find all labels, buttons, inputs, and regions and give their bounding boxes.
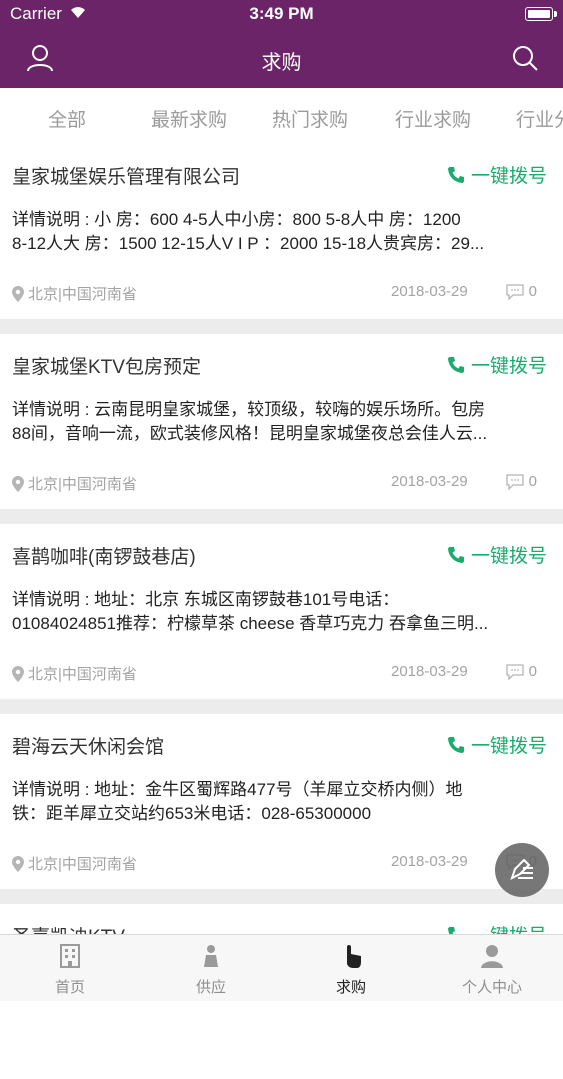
comment-icon bbox=[506, 283, 524, 300]
tab-industry-more[interactable]: 行业分 bbox=[516, 105, 563, 132]
clock-label: 3:49 PM bbox=[249, 4, 314, 23]
tabbar-label: 首页 bbox=[54, 979, 85, 996]
description: 详情说明 : 小 房：600 4-5人中小房：800 5-8人中 房：1200 … bbox=[12, 208, 552, 256]
hand-tap-icon bbox=[347, 945, 361, 968]
tabbar-item-home[interactable]: 首页 bbox=[0, 935, 140, 1001]
post-date: 2018-03-29 bbox=[391, 853, 468, 870]
description-line: 88间，音响一流，欧式装修风格！昆明皇家城堡夜总会佳人云... bbox=[12, 424, 488, 443]
company-name: 皇家城堡娱乐管理有限公司 bbox=[12, 167, 241, 188]
tab-all[interactable]: 全部 bbox=[48, 105, 86, 132]
location-pin-icon bbox=[12, 665, 24, 682]
location-label: 北京|中国河南省 bbox=[28, 666, 137, 683]
profile-icon bbox=[481, 945, 503, 968]
phone-icon bbox=[447, 356, 464, 373]
page-title: 求购 bbox=[261, 52, 302, 74]
description: 详情说明 : 地址：北京 东城区南锣鼓巷101号电话： 01084024851推… bbox=[12, 588, 552, 636]
call-button[interactable]: 一键拨号 bbox=[447, 541, 547, 568]
location: 北京|中国河南省 bbox=[12, 853, 137, 874]
tabbar-label: 供应 bbox=[195, 979, 226, 996]
description-line: 详情说明 : 小 房：600 4-5人中小房：800 5-8人中 房：1200 bbox=[12, 210, 461, 229]
post-date: 2018-03-29 bbox=[391, 283, 468, 300]
location-label: 北京|中国河南省 bbox=[28, 476, 137, 493]
comment-count[interactable]: 0 bbox=[506, 283, 537, 300]
comment-count[interactable]: 0 bbox=[506, 663, 537, 680]
phone-icon bbox=[447, 166, 464, 183]
tab-bar: 首页 供应 求购 个人中心 bbox=[0, 934, 563, 1001]
location: 北京|中国河南省 bbox=[12, 283, 137, 304]
location: 北京|中国河南省 bbox=[12, 663, 137, 684]
description: 详情说明 : 云南昆明皇家城堡，较顶级，较嗨的娱乐场所。包房 88间，音响一流，… bbox=[12, 398, 552, 446]
location-pin-icon bbox=[12, 285, 24, 302]
category-tabs: 全部 最新求购 热门求购 行业求购 行业分 bbox=[0, 88, 563, 144]
tabbar-item-profile[interactable]: 个人中心 bbox=[422, 935, 562, 1001]
description: 详情说明 : 地址：金牛区蜀辉路477号（羊犀立交桥内侧）地 铁：距羊犀立交站约… bbox=[12, 778, 552, 826]
company-name: 喜鹊咖啡(南锣鼓巷店) bbox=[12, 547, 196, 568]
call-button[interactable]: 一键拨号 bbox=[447, 731, 547, 758]
location: 北京|中国河南省 bbox=[12, 473, 137, 494]
call-label: 一键拨号 bbox=[470, 356, 547, 377]
location-label: 北京|中国河南省 bbox=[28, 286, 137, 303]
tabbar-label: 个人中心 bbox=[461, 979, 522, 996]
comment-icon bbox=[506, 663, 524, 680]
list-item[interactable]: 皇家城堡娱乐管理有限公司 一键拨号 详情说明 : 小 房：600 4-5人中小房… bbox=[0, 144, 563, 319]
comment-count[interactable]: 0 bbox=[506, 473, 537, 490]
description-line: 详情说明 : 云南昆明皇家城堡，较顶级，较嗨的娱乐场所。包房 bbox=[12, 400, 486, 419]
search-icon[interactable] bbox=[509, 42, 541, 74]
person-icon bbox=[204, 945, 218, 967]
post-date: 2018-03-29 bbox=[391, 473, 468, 490]
tabbar-item-purchase[interactable]: 求购 bbox=[281, 935, 421, 1001]
tab-latest[interactable]: 最新求购 bbox=[151, 105, 227, 132]
company-name: 碧海云天休闲会馆 bbox=[12, 737, 165, 758]
list-item[interactable]: 碧海云天休闲会馆 一键拨号 详情说明 : 地址：金牛区蜀辉路477号（羊犀立交桥… bbox=[0, 714, 563, 889]
description-line: 01084024851推荐：柠檬草茶 cheese 香草巧克力 吞拿鱼三明... bbox=[12, 614, 489, 633]
description-line: 详情说明 : 地址：金牛区蜀辉路477号（羊犀立交桥内侧）地 bbox=[12, 780, 463, 799]
call-label: 一键拨号 bbox=[470, 736, 547, 757]
status-bar: Carrier 3:49 PM bbox=[0, 0, 563, 30]
phone-icon bbox=[447, 736, 464, 753]
compose-icon bbox=[510, 858, 533, 880]
building-icon bbox=[60, 944, 80, 968]
comment-count-label: 0 bbox=[528, 473, 537, 490]
tab-hot[interactable]: 热门求购 bbox=[272, 105, 348, 132]
tab-industry[interactable]: 行业求购 bbox=[395, 105, 471, 132]
description-line: 8-12人大 房：1500 12-15人V I P ：2000 15-18人贵宾… bbox=[12, 234, 485, 253]
call-label: 一键拨号 bbox=[470, 546, 547, 567]
tabbar-item-supply[interactable]: 供应 bbox=[141, 935, 281, 1001]
call-button[interactable]: 一键拨号 bbox=[447, 351, 547, 378]
call-label: 一键拨号 bbox=[470, 166, 547, 187]
post-date: 2018-03-29 bbox=[391, 663, 468, 680]
location-pin-icon bbox=[12, 475, 24, 492]
list-item[interactable]: 皇家城堡KTV包房预定 一键拨号 详情说明 : 云南昆明皇家城堡，较顶级，较嗨的… bbox=[0, 334, 563, 509]
description-line: 详情说明 : 地址：北京 东城区南锣鼓巷101号电话： bbox=[12, 590, 400, 609]
comment-count-label: 0 bbox=[528, 663, 537, 680]
tabbar-label: 求购 bbox=[335, 979, 366, 996]
battery-icon bbox=[525, 7, 557, 21]
comment-icon bbox=[506, 473, 524, 490]
comment-count-label: 0 bbox=[528, 283, 537, 300]
description-line: 铁：距羊犀立交站约653米电话：028-65300000 bbox=[12, 804, 372, 823]
phone-icon bbox=[447, 546, 464, 563]
call-button[interactable]: 一键拨号 bbox=[447, 161, 547, 188]
location-pin-icon bbox=[12, 855, 24, 872]
list-item[interactable]: 喜鹊咖啡(南锣鼓巷店) 一键拨号 详情说明 : 地址：北京 东城区南锣鼓巷101… bbox=[0, 524, 563, 699]
compose-button[interactable] bbox=[495, 843, 549, 897]
company-name: 皇家城堡KTV包房预定 bbox=[12, 357, 201, 378]
location-label: 北京|中国河南省 bbox=[28, 856, 137, 873]
nav-bar: 求购 bbox=[0, 30, 563, 88]
